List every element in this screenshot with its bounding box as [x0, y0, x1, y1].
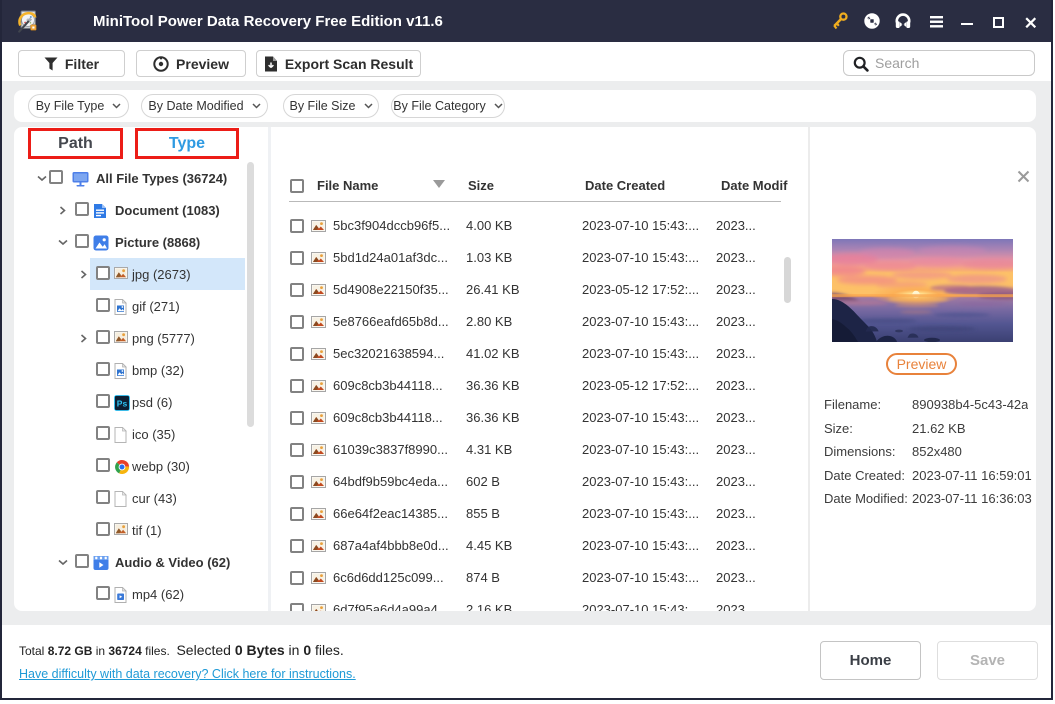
svg-text:Ps: Ps — [117, 398, 128, 408]
